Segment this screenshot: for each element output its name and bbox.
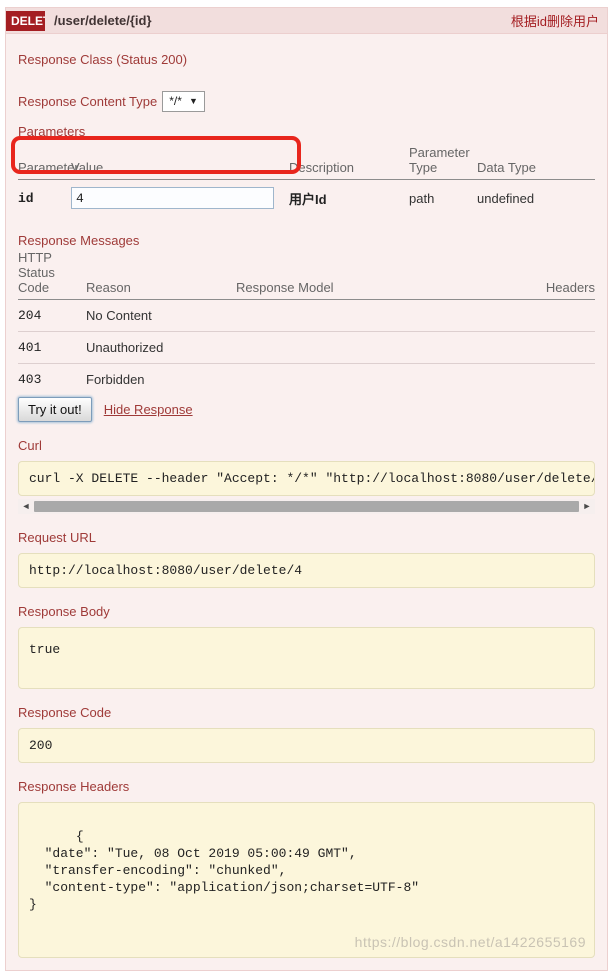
actions-row: Try it out! Hide Response [18,397,595,422]
response-messages-header-row: HTTP Status Code Reason Response Model H… [18,248,595,300]
status-code: 403 [18,372,42,387]
response-code-label: Response Code [18,705,112,720]
col-parameter-type: Parameter Type [409,145,470,175]
response-code-value: 200 [18,728,595,763]
hide-response-link[interactable]: Hide Response [104,402,193,417]
table-row: id 用户Id path undefined [18,180,595,217]
horizontal-scrollbar[interactable]: ◄ ► [18,499,595,514]
status-code: 204 [18,308,42,323]
scroll-left-icon[interactable]: ◄ [18,499,34,514]
col-http-status-code: HTTP Status Code [18,250,55,295]
parameter-value-input[interactable] [71,187,274,209]
table-row: 401 Unauthorized [18,332,595,364]
response-content-type-label: Response Content Type [18,94,158,109]
response-headers-json: { "date": "Tue, 08 Oct 2019 05:00:49 GMT… [29,829,420,912]
curl-command: curl -X DELETE --header "Accept: */*" "h… [18,461,595,496]
operation-path[interactable]: /user/delete/{id} [54,13,511,28]
col-data-type: Data Type [477,160,537,175]
operation-heading[interactable]: DELETE /user/delete/{id} 根据id删除用户 [6,8,607,34]
scrollbar-thumb[interactable] [34,501,579,512]
parameter-type: path [409,190,435,206]
chevron-down-icon: ▼ [188,96,198,106]
response-content-type-row: Response Content Type */* ▼ [18,91,595,112]
parameter-name: id [18,190,34,206]
try-it-out-button[interactable]: Try it out! [18,397,92,422]
status-code: 401 [18,340,42,355]
col-response-model: Response Model [236,280,334,295]
http-method-badge: DELETE [6,10,45,31]
operation-summary: 根据id删除用户 [510,14,599,29]
status-reason: No Content [86,308,152,323]
response-class-label: Response Class (Status 200) [18,52,188,67]
response-messages-label: Response Messages [18,233,140,248]
col-headers: Headers [545,280,595,295]
parameters-header-row: Parameter Value Description Parameter Ty… [18,143,595,180]
operation-panel: DELETE /user/delete/{id} 根据id删除用户 Respon… [5,7,608,971]
col-reason: Reason [86,280,131,295]
parameter-data-type: undefined [477,190,535,206]
selected-content-type: */* [169,94,182,108]
parameters-label: Parameters [18,124,86,139]
status-reason: Forbidden [86,372,145,387]
response-content-type-select[interactable]: */* ▼ [162,91,205,112]
col-value: Value [71,160,104,175]
col-description: Description [289,160,355,175]
response-body-label: Response Body [18,604,110,619]
watermark: https://blog.csdn.net/a1422655169 [354,934,586,950]
col-parameter: Parameter [18,160,79,175]
response-body-value: true [18,627,595,689]
response-messages-table: HTTP Status Code Reason Response Model H… [18,248,595,395]
curl-label: Curl [18,438,42,453]
scroll-right-icon[interactable]: ► [579,499,595,514]
status-reason: Unauthorized [86,340,164,355]
table-row: 204 No Content [18,300,595,332]
request-url-label: Request URL [18,530,97,545]
parameters-table: Parameter Value Description Parameter Ty… [11,136,595,217]
response-headers-value: { "date": "Tue, 08 Oct 2019 05:00:49 GMT… [18,802,595,958]
request-url-value: http://localhost:8080/user/delete/4 [18,553,595,588]
table-row: 403 Forbidden [18,364,595,395]
response-headers-label: Response Headers [18,779,130,794]
parameter-description: 用户Id [289,191,327,207]
operation-content: Response Class (Status 200) Response Con… [6,34,607,970]
